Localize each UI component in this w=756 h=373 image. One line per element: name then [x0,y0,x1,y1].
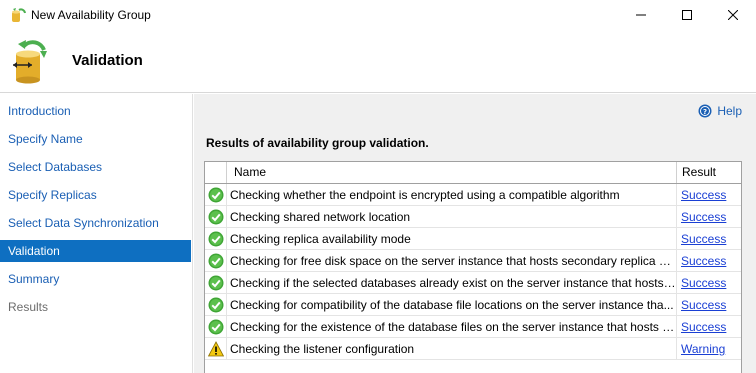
wizard-database-icon [12,36,48,84]
check-name: Checking whether the endpoint is encrypt… [228,184,677,206]
table-row[interactable]: Checking shared network location Success [205,206,741,228]
sidebar-item-validation[interactable]: Validation [0,240,191,262]
table-row[interactable]: Checking replica availability mode Succes… [205,228,741,250]
results-heading: Results of availability group validation… [206,136,429,150]
table-row[interactable]: Checking for the existence of the databa… [205,316,741,338]
success-icon [205,184,227,206]
result-link[interactable]: Success [677,272,741,294]
column-header-result[interactable]: Result [677,162,741,183]
close-icon [728,10,738,20]
sidebar-item-specify-name[interactable]: Specify Name [0,128,191,150]
success-icon [205,272,227,294]
check-name: Checking for free disk space on the serv… [228,250,677,272]
sidebar-item-introduction[interactable]: Introduction [0,100,191,122]
column-header-status[interactable] [205,162,227,183]
success-icon [205,206,227,228]
table-row[interactable]: Checking for compatibility of the databa… [205,294,741,316]
result-link[interactable]: Success [677,294,741,316]
check-name: Checking if the selected databases alrea… [228,272,677,294]
validation-results-table: Name Result Checking whether the endpoin… [204,161,742,373]
sidebar-item-select-data-synchronization[interactable]: Select Data Synchronization [0,212,191,234]
check-name: Checking shared network location [228,206,677,228]
svg-text:?: ? [703,108,707,116]
result-link[interactable]: Warning [677,338,741,360]
warning-icon [205,338,227,360]
success-icon [205,316,227,338]
help-link[interactable]: ? Help [698,104,742,118]
check-name: Checking the listener configuration [228,338,677,360]
result-link[interactable]: Success [677,184,741,206]
table-row[interactable]: Checking if the selected databases alrea… [205,272,741,294]
wizard-header: Validation [0,30,756,93]
main-panel: ? Help Results of availability group val… [194,94,756,373]
sidebar-item-select-databases[interactable]: Select Databases [0,156,191,178]
success-icon [205,250,227,272]
result-link[interactable]: Success [677,206,741,228]
check-name: Checking for compatibility of the databa… [228,294,677,316]
maximize-icon [682,10,692,20]
success-icon [205,228,227,250]
availability-group-icon [10,7,26,23]
sidebar-item-summary[interactable]: Summary [0,268,191,290]
wizard-sidebar: Introduction Specify Name Select Databas… [0,94,193,373]
table-row[interactable]: Checking for free disk space on the serv… [205,250,741,272]
maximize-button[interactable] [664,0,710,30]
check-name: Checking replica availability mode [228,228,677,250]
title-bar: New Availability Group [0,0,756,30]
help-icon: ? [698,104,712,118]
column-header-name[interactable]: Name [228,162,677,183]
result-link[interactable]: Success [677,250,741,272]
success-icon [205,294,227,316]
page-title: Validation [72,52,143,69]
sidebar-item-specify-replicas[interactable]: Specify Replicas [0,184,191,206]
table-row[interactable]: Checking whether the endpoint is encrypt… [205,184,741,206]
table-header: Name Result [205,162,741,184]
close-button[interactable] [710,0,756,30]
minimize-icon [636,14,646,16]
result-link[interactable]: Success [677,228,741,250]
window-title: New Availability Group [31,8,151,22]
help-label: Help [717,104,742,118]
sidebar-item-results: Results [8,300,49,314]
check-name: Checking for the existence of the databa… [228,316,677,338]
table-row[interactable]: Checking the listener configuration Warni… [205,338,741,360]
minimize-button[interactable] [618,0,664,30]
result-link[interactable]: Success [677,316,741,338]
